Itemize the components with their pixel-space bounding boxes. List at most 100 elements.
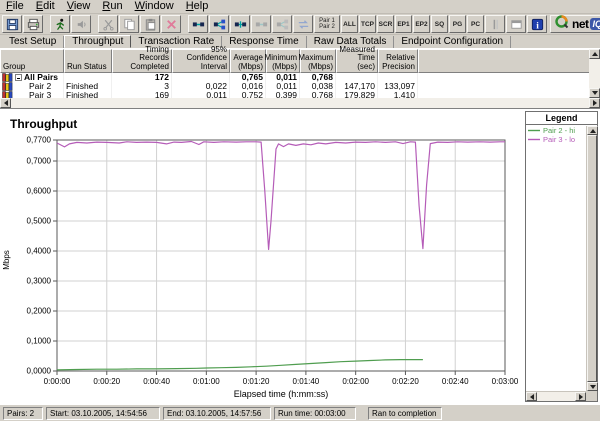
- group-label: All Pairs: [24, 73, 59, 82]
- table-row-all-pairs[interactable]: All Pairs 172 0,765 0,011 0,768: [0, 73, 589, 82]
- menu-run[interactable]: Run: [96, 0, 128, 13]
- legend-vertical-scrollbar[interactable]: [586, 126, 598, 391]
- menu-file[interactable]: File: [0, 0, 30, 13]
- column-header-measured[interactable]: Measured Time (sec): [336, 45, 378, 73]
- column-header-conf[interactable]: 95% Confidence Interval: [172, 45, 230, 73]
- help-info-button[interactable]: i: [527, 15, 547, 33]
- delete-button[interactable]: [161, 15, 181, 33]
- avg-cell: 0,765: [230, 73, 266, 82]
- scroll-left-button[interactable]: [526, 392, 537, 401]
- x-tick-label: 0:02:00: [342, 377, 369, 386]
- y-tick-label: 0,0000: [27, 367, 52, 376]
- edit-pair-button: [251, 15, 271, 33]
- menu-help[interactable]: Help: [180, 0, 215, 13]
- right-arrow-icon: [592, 100, 597, 106]
- legend-panel: Legend Pair 2 - hi Pair 3 - lo: [525, 111, 598, 402]
- netiq-logo-net-text: net: [572, 17, 589, 31]
- pair-view-label: Pair 2: [319, 24, 335, 30]
- legend-swatch-icon: [528, 128, 540, 133]
- cut-button: [98, 15, 118, 33]
- x-tick-label: 0:02:20: [392, 377, 419, 386]
- scroll-down-button[interactable]: [589, 88, 600, 98]
- status-panel-run-time: Run time: 00:03:00: [274, 406, 356, 420]
- menu-view[interactable]: View: [61, 0, 97, 13]
- throughput-chart: Throughput 0,0000 0,1000 0,2000 0,3000 0,400…: [2, 117, 519, 399]
- group-cell: All Pairs: [0, 73, 64, 82]
- add-through-pair-button[interactable]: [230, 15, 250, 33]
- x-tick-label: 0:01:20: [243, 377, 270, 386]
- add-multicast-group-button[interactable]: [209, 15, 229, 33]
- results-table: Group Run Status Timing Records Completed 9…: [0, 45, 600, 108]
- measured-cell: [336, 73, 378, 82]
- window-options-button: [506, 15, 526, 33]
- filter-pc-button[interactable]: PC: [467, 15, 484, 33]
- run-test-button[interactable]: [50, 15, 70, 33]
- copy-button: [119, 15, 139, 33]
- legend-entry-pair-2---hi[interactable]: Pair 2 - hi: [528, 126, 586, 135]
- column-header-status[interactable]: Run Status: [64, 49, 112, 73]
- column-header-max[interactable]: Maximum (Mbps): [298, 49, 336, 73]
- filter-all-button[interactable]: ALL: [341, 15, 358, 33]
- y-tick-label: 0,2000: [27, 307, 52, 316]
- scroll-left-button[interactable]: [0, 98, 11, 108]
- menu-window[interactable]: Window: [129, 0, 180, 13]
- status-panel-start-time: Start: 03.10.2005, 14:54:56: [46, 406, 160, 420]
- columns-gray-icon: [488, 17, 503, 32]
- tab-response-time[interactable]: Response Time: [222, 36, 307, 48]
- scrollbar-thumb[interactable]: [587, 135, 597, 382]
- status-cell: [64, 73, 112, 82]
- column-header-group[interactable]: Group: [0, 49, 64, 73]
- print-button[interactable]: [23, 15, 43, 33]
- chariot-window: File Edit View Run Window Help Pair 1 Pair 2 AL…: [0, 0, 600, 421]
- legend-horizontal-scrollbar[interactable]: [526, 391, 586, 401]
- column-header-min[interactable]: Minimum (Mbps): [265, 49, 300, 73]
- tab-test-setup[interactable]: Test Setup: [2, 36, 65, 48]
- y-tick-label: 0,3000: [27, 277, 52, 286]
- filter-pg-button[interactable]: PG: [449, 15, 466, 33]
- filter-tcp-button[interactable]: TCP: [359, 15, 376, 33]
- menu-edit[interactable]: Edit: [30, 0, 61, 13]
- swap-endpoints-button: [293, 15, 313, 33]
- throughput-chart-panel: Throughput 0,0000 0,1000 0,2000 0,3000 0,400…: [0, 108, 600, 404]
- scroll-right-button[interactable]: [589, 98, 600, 108]
- filter-ep2-button[interactable]: EP2: [413, 15, 430, 33]
- save-button[interactable]: [2, 15, 22, 33]
- legend-entry-label: Pair 3 - lo: [543, 135, 576, 144]
- table-vertical-scrollbar[interactable]: [589, 49, 600, 98]
- x-tick-label: 0:03:00: [492, 377, 519, 386]
- tab-throughput[interactable]: Throughput: [64, 35, 132, 48]
- pair-view-button[interactable]: Pair 1 Pair 2: [314, 15, 340, 33]
- paste-icon: [143, 17, 158, 32]
- column-header-avg[interactable]: Average (Mbps): [230, 49, 266, 73]
- table-row-pair-2[interactable]: Pair 2 Finished 3 0,022 0,016 0,011 0,038 147,1…: [0, 82, 589, 91]
- precision-cell: 133,097: [378, 82, 418, 91]
- legend-swatch-icon: [528, 137, 540, 142]
- tab-endpoint-configuration[interactable]: Endpoint Configuration: [394, 36, 512, 48]
- column-header-precision[interactable]: Relative Precision: [378, 49, 418, 73]
- column-header-timing[interactable]: Timing Records Completed: [112, 45, 172, 73]
- measured-cell: 147,170: [336, 82, 378, 91]
- scroll-up-button[interactable]: [587, 126, 598, 135]
- table-horizontal-scrollbar[interactable]: [0, 98, 600, 108]
- scroll-down-button[interactable]: [587, 382, 598, 391]
- scroll-up-button[interactable]: [589, 49, 600, 59]
- min-cell: 0,011: [266, 82, 300, 91]
- chart-title: Throughput: [10, 117, 77, 131]
- filter-scr-button[interactable]: SCR: [377, 15, 394, 33]
- group-cell: Pair 2: [0, 82, 64, 91]
- toolbar: Pair 1Pair 2ALLTCPSCREP1EP2SQPGPC i netIQ: [0, 14, 600, 35]
- status-panel-end-time: End: 03.10.2005, 14:57:56: [163, 406, 271, 420]
- filter-ep1-button[interactable]: EP1: [395, 15, 412, 33]
- floppy-icon: [5, 17, 20, 32]
- multi-pair-gray-icon: [275, 17, 290, 32]
- x-tick-label: 0:01:40: [293, 377, 320, 386]
- scroll-right-button[interactable]: [575, 392, 586, 401]
- status-panel-pairs-count: Pairs: 2: [3, 406, 43, 420]
- add-pair-button[interactable]: [188, 15, 208, 33]
- filter-sq-button[interactable]: SQ: [431, 15, 448, 33]
- column-header-filler: [418, 49, 589, 73]
- copy-icon: [122, 17, 137, 32]
- collapse-toggle[interactable]: [15, 74, 22, 81]
- timing-cell: 3: [112, 82, 172, 91]
- legend-entry-pair-3---lo[interactable]: Pair 3 - lo: [528, 135, 586, 144]
